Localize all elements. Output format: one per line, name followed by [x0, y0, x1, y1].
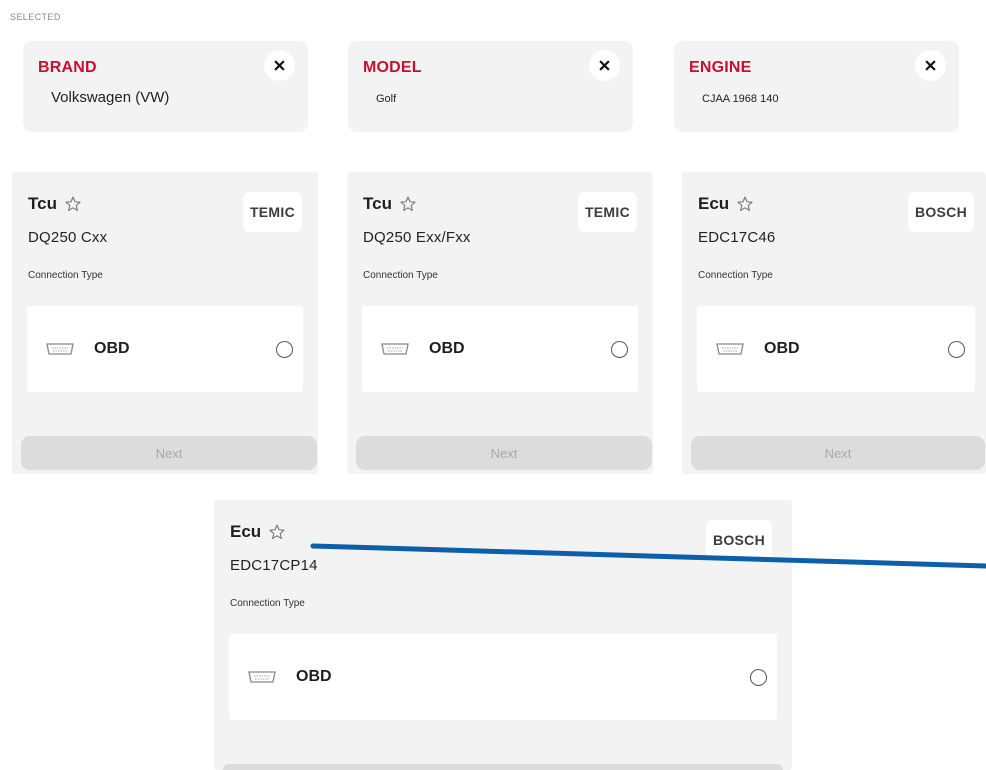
- card-type: Ecu: [230, 522, 262, 541]
- option-radio[interactable]: [948, 341, 965, 358]
- close-icon: [925, 60, 936, 71]
- card-type: Tcu: [28, 194, 57, 213]
- option-radio[interactable]: [276, 341, 293, 358]
- obd-port-icon: [716, 343, 744, 355]
- option-radio[interactable]: [611, 341, 628, 358]
- star-outline-icon[interactable]: [64, 195, 82, 213]
- obd-port-icon: [381, 343, 409, 355]
- next-button[interactable]: Next: [691, 436, 985, 470]
- option-label: OBD: [296, 668, 332, 685]
- ecu-card: Tcu DQ250 Cxx TEMIC Connection Type OBD …: [12, 172, 318, 474]
- close-icon: [274, 60, 285, 71]
- star-outline-icon[interactable]: [736, 195, 754, 213]
- selected-section-label: SELECTED: [10, 12, 61, 22]
- star-outline-icon[interactable]: [399, 195, 417, 213]
- next-button[interactable]: Next: [21, 436, 317, 470]
- manufacturer-badge: TEMIC: [577, 192, 637, 232]
- ecu-card: Tcu DQ250 Exx/Fxx TEMIC Connection Type …: [347, 172, 653, 474]
- connection-type-label: Connection Type: [28, 270, 103, 281]
- brand-title: BRAND: [38, 59, 97, 76]
- option-radio[interactable]: [750, 669, 767, 686]
- engine-title: ENGINE: [689, 59, 752, 76]
- model-value: Golf: [376, 93, 397, 105]
- selected-brand-card: BRAND Volkswagen (VW): [23, 41, 308, 132]
- connection-option-obd[interactable]: OBD: [229, 634, 777, 720]
- clear-brand-button[interactable]: [264, 50, 295, 81]
- connection-option-obd[interactable]: OBD: [697, 306, 975, 392]
- next-button-partial[interactable]: [223, 764, 783, 770]
- card-model: EDC17CP14: [230, 557, 318, 574]
- brand-value: Volkswagen (VW): [51, 89, 170, 106]
- connection-type-label: Connection Type: [363, 270, 438, 281]
- connection-type-label: Connection Type: [698, 270, 773, 281]
- option-label: OBD: [429, 340, 465, 357]
- connection-option-obd[interactable]: OBD: [362, 306, 638, 392]
- card-model: DQ250 Cxx: [28, 229, 108, 246]
- clear-model-button[interactable]: [589, 50, 620, 81]
- obd-port-icon: [248, 671, 276, 683]
- engine-value: CJAA 1968 140: [702, 93, 779, 105]
- next-button[interactable]: Next: [356, 436, 652, 470]
- model-title: MODEL: [363, 59, 422, 76]
- star-outline-icon[interactable]: [268, 523, 286, 541]
- manufacturer-badge: BOSCH: [907, 192, 974, 232]
- option-label: OBD: [764, 340, 800, 357]
- close-icon: [599, 60, 610, 71]
- manufacturer-badge: BOSCH: [705, 520, 772, 560]
- card-type: Tcu: [363, 194, 392, 213]
- clear-engine-button[interactable]: [915, 50, 946, 81]
- ecu-card: Ecu EDC17CP14 BOSCH Connection Type OBD: [214, 500, 792, 770]
- manufacturer-badge: TEMIC: [242, 192, 302, 232]
- selected-engine-card: ENGINE CJAA 1968 140: [674, 41, 959, 132]
- option-label: OBD: [94, 340, 130, 357]
- ecu-card: Ecu EDC17C46 BOSCH Connection Type OBD N…: [682, 172, 986, 474]
- card-model: EDC17C46: [698, 229, 776, 246]
- connection-option-obd[interactable]: OBD: [27, 306, 303, 392]
- card-model: DQ250 Exx/Fxx: [363, 229, 471, 246]
- selected-model-card: MODEL Golf: [348, 41, 633, 132]
- connection-type-label: Connection Type: [230, 598, 305, 609]
- card-type: Ecu: [698, 194, 730, 213]
- obd-port-icon: [46, 343, 74, 355]
